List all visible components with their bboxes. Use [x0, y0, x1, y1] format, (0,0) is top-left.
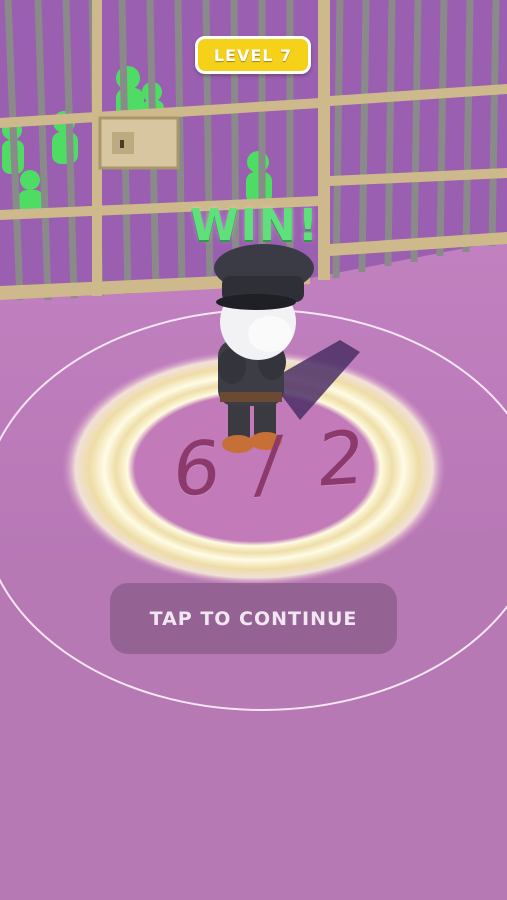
level-badge: LEVEL 7 — [195, 36, 311, 74]
cage-lock-icon — [98, 116, 180, 170]
capture-counter: 6 / 2 — [169, 414, 374, 514]
win-label: WIN! — [190, 200, 320, 251]
game-scene[interactable]: LEVEL 7 WIN! 6 / 2 TAP TO CONTINUE — [0, 0, 507, 900]
tap-to-continue-button[interactable]: TAP TO CONTINUE — [110, 583, 397, 654]
